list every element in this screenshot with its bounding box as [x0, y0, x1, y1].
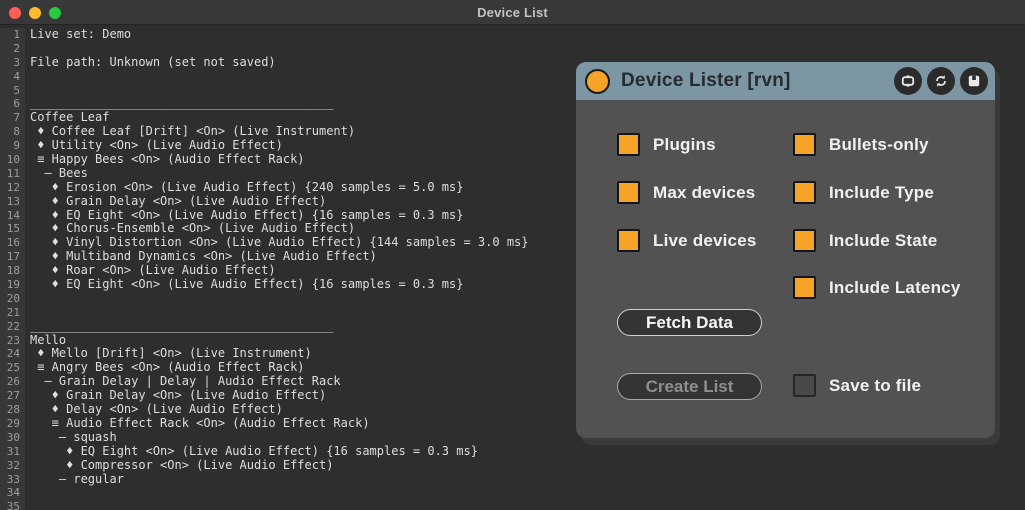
checkbox-row-bullets-only: Bullets-only [793, 133, 929, 156]
line-number: 15 [0, 222, 25, 236]
line-text: ♦ Compressor <On> (Live Audio Effect) [25, 459, 1025, 473]
close-button[interactable] [9, 7, 21, 19]
refresh-icon [933, 73, 949, 89]
line-number: 24 [0, 347, 25, 361]
checkbox-row-plugins: Plugins [617, 133, 716, 156]
line-text [25, 42, 1025, 56]
checkbox-row-live-devices: Live devices [617, 229, 757, 252]
line-number: 17 [0, 250, 25, 264]
save-to-file-label: Save to file [829, 376, 921, 396]
checkbox-row-include-latency: Include Latency [793, 276, 960, 299]
line-number: 8 [0, 125, 25, 139]
bullets-only-checkbox[interactable] [793, 133, 816, 156]
max-devices-checkbox[interactable] [617, 181, 640, 204]
include-state-checkbox[interactable] [793, 229, 816, 252]
editor-line: 33 – regular [0, 473, 1025, 487]
line-number: 35 [0, 500, 25, 510]
save-icon [966, 73, 982, 89]
line-number: 12 [0, 181, 25, 195]
live-devices-checkbox[interactable] [617, 229, 640, 252]
editor-line: 1Live set: Demo [0, 28, 1025, 42]
include-type-label: Include Type [829, 183, 934, 203]
line-text: ♦ EQ Eight <On> (Live Audio Effect) {16 … [25, 445, 1025, 459]
line-number: 2 [0, 42, 25, 56]
include-type-checkbox[interactable] [793, 181, 816, 204]
editor-line: 35 [0, 500, 1025, 510]
line-number: 6 [0, 97, 25, 111]
fetch-data-button[interactable]: Fetch Data [617, 309, 762, 336]
float-window-icon [900, 73, 916, 89]
line-number: 29 [0, 417, 25, 431]
line-number: 20 [0, 292, 25, 306]
panel-header-buttons [894, 67, 988, 95]
zoom-button[interactable] [49, 7, 61, 19]
line-number: 21 [0, 306, 25, 320]
max-devices-label: Max devices [653, 183, 755, 203]
line-number: 23 [0, 334, 25, 348]
bullets-only-label: Bullets-only [829, 135, 929, 155]
editor-line: 31 ♦ EQ Eight <On> (Live Audio Effect) {… [0, 445, 1025, 459]
window-titlebar: Device List [0, 0, 1025, 25]
refresh-button[interactable] [927, 67, 955, 95]
line-text [25, 500, 1025, 510]
checkbox-row-include-type: Include Type [793, 181, 934, 204]
line-number: 26 [0, 375, 25, 389]
line-number: 3 [0, 56, 25, 70]
line-number: 25 [0, 361, 25, 375]
checkbox-row-max-devices: Max devices [617, 181, 755, 204]
traffic-lights [9, 7, 61, 19]
checkbox-row-include-state: Include State [793, 229, 937, 252]
line-number: 32 [0, 459, 25, 473]
editor-line: 34 [0, 486, 1025, 500]
live-devices-label: Live devices [653, 231, 757, 251]
line-number: 7 [0, 111, 25, 125]
line-text: – regular [25, 473, 1025, 487]
panel-header: Device Lister [rvn] [576, 62, 995, 100]
window-title: Device List [477, 5, 548, 20]
device-lister-panel: Device Lister [rvn] [576, 62, 995, 438]
save-to-file-checkbox[interactable] [793, 374, 816, 397]
include-latency-label: Include Latency [829, 278, 960, 298]
panel-title: Device Lister [rvn] [621, 70, 791, 92]
line-number: 19 [0, 278, 25, 292]
line-text [25, 486, 1025, 500]
line-text: Live set: Demo [25, 28, 1025, 42]
plugins-label: Plugins [653, 135, 716, 155]
line-number: 18 [0, 264, 25, 278]
line-number: 27 [0, 389, 25, 403]
line-number: 9 [0, 139, 25, 153]
line-number: 30 [0, 431, 25, 445]
line-number: 1 [0, 28, 25, 42]
line-number: 4 [0, 70, 25, 84]
checkbox-row-save-to-file: Save to file [793, 374, 921, 397]
line-number: 34 [0, 486, 25, 500]
save-button[interactable] [960, 67, 988, 95]
include-state-label: Include State [829, 231, 937, 251]
line-number: 16 [0, 236, 25, 250]
float-window-button[interactable] [894, 67, 922, 95]
line-number: 11 [0, 167, 25, 181]
line-number: 10 [0, 153, 25, 167]
editor-line: 2 [0, 42, 1025, 56]
line-number: 5 [0, 84, 25, 98]
line-number: 33 [0, 473, 25, 487]
minimize-button[interactable] [29, 7, 41, 19]
line-number: 31 [0, 445, 25, 459]
editor-line: 32 ♦ Compressor <On> (Live Audio Effect) [0, 459, 1025, 473]
include-latency-checkbox[interactable] [793, 276, 816, 299]
power-led-button[interactable] [585, 69, 610, 94]
create-list-button[interactable]: Create List [617, 373, 762, 400]
line-number: 28 [0, 403, 25, 417]
line-number: 13 [0, 195, 25, 209]
line-number: 14 [0, 209, 25, 223]
plugins-checkbox[interactable] [617, 133, 640, 156]
line-number: 22 [0, 320, 25, 334]
